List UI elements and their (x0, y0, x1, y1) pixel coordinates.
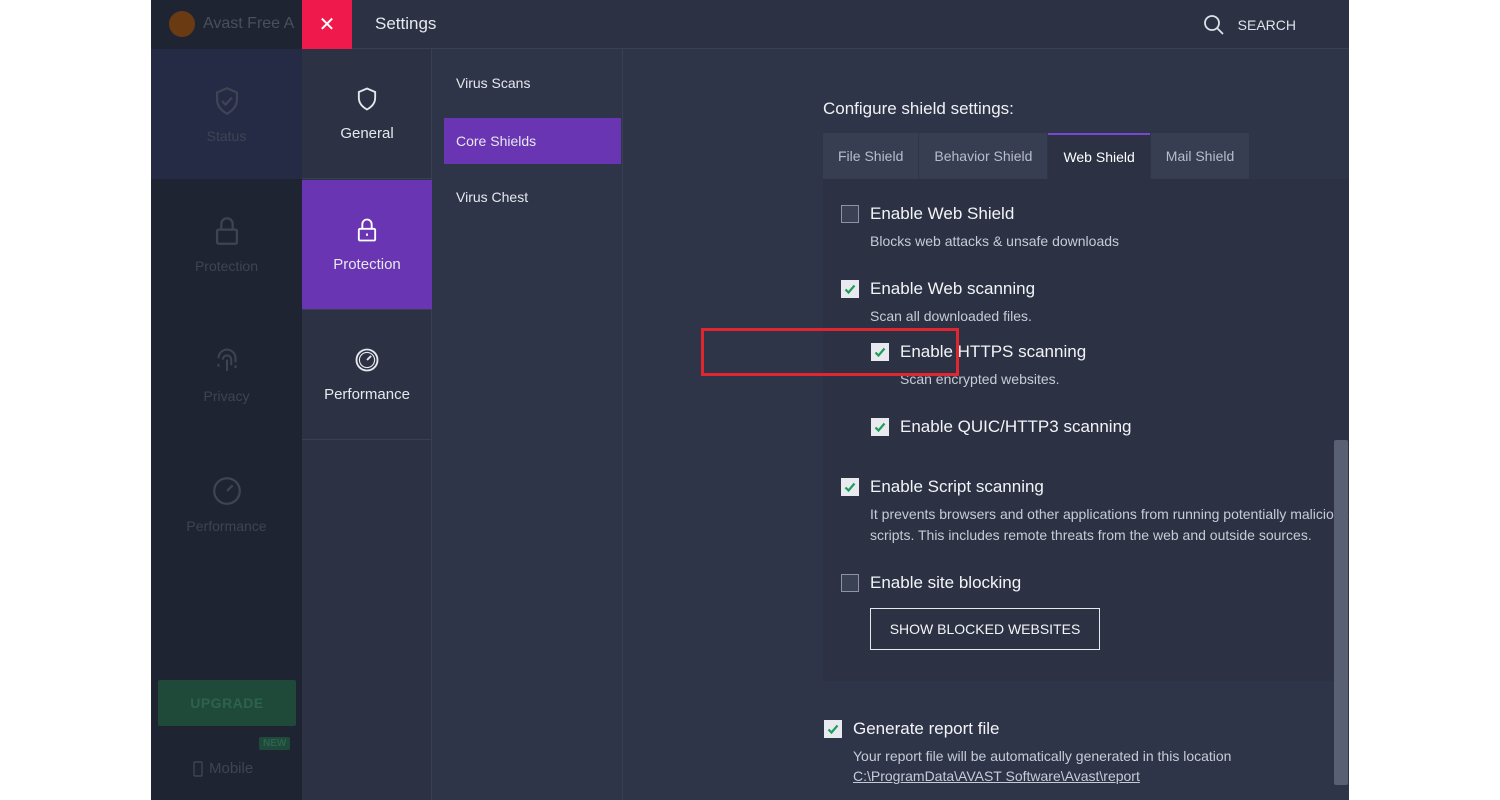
settings-content: Configure shield settings: File Shield B… (624, 49, 1349, 800)
option-description: Blocks web attacks & unsafe downloads (870, 233, 1120, 249)
fingerprint-icon (217, 348, 236, 371)
quic-scanning-option: Enable QUIC/HTTP3 scanning (871, 417, 1132, 437)
option-label: Enable Web Shield (870, 204, 1015, 223)
category-label: General (340, 125, 394, 142)
tab-mail-shield[interactable]: Mail Shield (1150, 133, 1250, 179)
app-title: Avast Free A (203, 15, 295, 32)
lock-icon (215, 217, 238, 245)
shield-check-icon (215, 87, 238, 116)
https-scanning-checkbox[interactable] (871, 343, 889, 361)
main-nav-privacy[interactable]: Privacy (151, 309, 302, 439)
main-nav-label: Protection (194, 258, 259, 274)
script-scanning-option: Enable Script scanning (841, 477, 1044, 497)
main-sidebar: Avast Free A Status Protection Privacy P… (151, 0, 302, 800)
category-performance[interactable]: Performance (302, 310, 432, 440)
upgrade-button[interactable]: UPGRADE (158, 680, 296, 726)
option-description: Scan all downloaded files. (870, 308, 1032, 324)
tab-web-shield[interactable]: Web Shield (1048, 133, 1150, 179)
gauge-icon (355, 348, 379, 372)
web-scanning-option: Enable Web scanning (841, 279, 1035, 299)
mobile-label: Mobile (209, 760, 254, 777)
option-description: It prevents browsers and other applicati… (870, 506, 1349, 522)
option-label: Enable site blocking (870, 573, 1022, 592)
settings-panel: ✕ Settings SEARCH General Protection Per… (302, 0, 1349, 800)
option-label: Enable Web scanning (870, 279, 1036, 298)
main-nav-label: Privacy (203, 388, 250, 404)
main-nav-status[interactable]: Status (151, 49, 302, 179)
search-button[interactable]: SEARCH (1202, 13, 1296, 37)
subcategory-core-shields[interactable]: Core Shields (444, 118, 621, 164)
script-scanning-checkbox[interactable] (841, 478, 859, 496)
https-scanning-option: Enable HTTPS scanning (871, 342, 1086, 362)
search-icon (1203, 15, 1224, 35)
report-file-checkbox[interactable] (824, 720, 842, 738)
avast-logo-icon (169, 11, 195, 37)
section-title: Configure shield settings: (823, 99, 1014, 118)
web-shield-checkbox[interactable] (841, 205, 859, 223)
checkmark-icon (874, 422, 886, 433)
phone-icon (193, 760, 203, 777)
site-blocking-option: Enable site blocking (841, 573, 1021, 593)
report-description: Your report file will be automatically g… (853, 748, 1232, 764)
option-label: Enable Script scanning (870, 477, 1044, 496)
shield-tabs: File Shield Behavior Shield Web Shield M… (823, 133, 1250, 179)
checkmark-icon (827, 724, 839, 735)
subcategory-virus-scans[interactable]: Virus Scans (444, 60, 621, 106)
checkmark-icon (844, 482, 856, 493)
show-blocked-websites-button[interactable]: SHOW BLOCKED WEBSITES (870, 608, 1100, 650)
web-shield-option: Enable Web Shield (841, 204, 1014, 224)
checkmark-icon (844, 284, 856, 295)
option-description: scripts. This includes remote threats fr… (870, 527, 1312, 543)
shield-icon (357, 87, 377, 111)
checkmark-icon (874, 347, 886, 358)
new-badge: NEW (259, 737, 291, 750)
option-label: Enable HTTPS scanning (900, 342, 1087, 361)
content-scrollbar[interactable] (1334, 440, 1348, 785)
mobile-link[interactable]: Mobile (191, 760, 253, 777)
avast-window: Avast Free A Status Protection Privacy P… (151, 0, 1349, 800)
category-label: Protection (333, 256, 401, 273)
site-blocking-checkbox[interactable] (841, 574, 859, 592)
close-settings-button[interactable]: ✕ (302, 0, 352, 49)
main-nav-performance[interactable]: Performance (151, 439, 302, 569)
tab-file-shield[interactable]: File Shield (823, 133, 919, 179)
report-file-option: Generate report file (824, 719, 999, 739)
settings-topbar: ✕ Settings SEARCH (302, 0, 1349, 49)
category-label: Performance (324, 386, 410, 403)
option-label: Enable QUIC/HTTP3 scanning (900, 417, 1132, 436)
web-shield-panel: Enable Web Shield Blocks web attacks & u… (823, 179, 1349, 681)
quic-scanning-checkbox[interactable] (871, 418, 889, 436)
app-brand: Avast Free A (151, 0, 302, 48)
category-protection[interactable]: Protection (302, 180, 432, 310)
option-description: Scan encrypted websites. (900, 371, 1060, 387)
settings-title: Settings (375, 14, 437, 33)
main-nav-label: Performance (186, 518, 267, 534)
report-path-link[interactable]: C:\ProgramData\AVAST Software\Avast\repo… (853, 768, 1140, 784)
lock-icon (357, 218, 377, 242)
settings-subcategories: Virus Scans Core Shields Virus Chest (433, 49, 623, 800)
option-label: Generate report file (853, 719, 1000, 738)
gauge-icon (212, 477, 241, 505)
settings-categories: General Protection Performance (302, 49, 432, 800)
subcategory-virus-chest[interactable]: Virus Chest (444, 174, 621, 220)
web-scanning-checkbox[interactable] (841, 280, 859, 298)
main-nav-protection[interactable]: Protection (151, 179, 302, 309)
main-nav-label: Status (206, 128, 247, 144)
category-general[interactable]: General (302, 49, 432, 179)
search-label: SEARCH (1237, 17, 1296, 33)
tab-behavior-shield[interactable]: Behavior Shield (919, 133, 1048, 179)
